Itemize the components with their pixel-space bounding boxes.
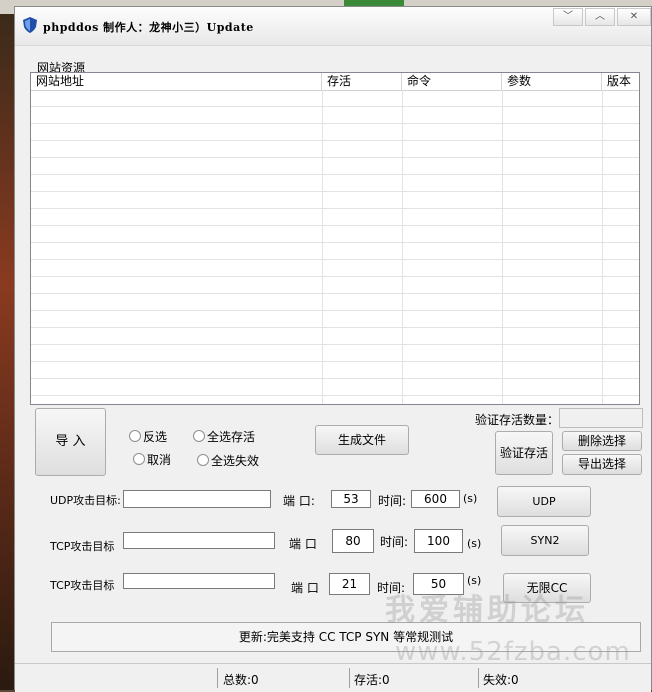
site-list[interactable]: 网站地址 存活 命令 参数 版本 xyxy=(30,72,640,405)
table-row[interactable] xyxy=(31,328,639,345)
status-separator xyxy=(217,668,218,688)
table-row[interactable] xyxy=(31,124,639,141)
window-title: phpddos 制作人：龙神小三）Update xyxy=(43,21,254,34)
table-row[interactable] xyxy=(31,311,639,328)
minimize-button[interactable]: ﹀ xyxy=(553,8,583,26)
radio-icon xyxy=(197,454,209,466)
column-command[interactable]: 命令 xyxy=(402,73,502,90)
generate-file-button[interactable]: 生成文件 xyxy=(315,425,409,455)
status-failed: 失效:0 xyxy=(483,673,519,687)
app-window: phpddos 制作人：龙神小三）Update ﹀ ︿ ✕ 网站资源 网站地址 … xyxy=(14,6,652,692)
tcp1-time-input[interactable]: 100 xyxy=(414,529,463,553)
close-icon: ✕ xyxy=(629,11,639,22)
udp-target-label: UDP攻击目标: xyxy=(50,494,121,507)
verify-alive-button[interactable]: 验证存活 xyxy=(495,431,553,475)
tcp1-time-label: 时间: xyxy=(380,535,409,549)
maximize-icon: ︿ xyxy=(595,11,605,22)
tcp2-target-input[interactable] xyxy=(123,573,275,589)
tcp1-port-input[interactable]: 80 xyxy=(332,529,374,553)
udp-time-input[interactable]: 600 xyxy=(411,490,460,508)
export-selected-button[interactable]: 导出选择 xyxy=(562,454,642,475)
udp-port-input[interactable]: 53 xyxy=(331,490,371,508)
status-bar: 总数:0 存活:0 失效:0 xyxy=(15,663,651,692)
title-bar[interactable]: phpddos 制作人：龙神小三）Update ﹀ ︿ ✕ xyxy=(15,7,651,46)
table-row[interactable] xyxy=(31,362,639,379)
table-row[interactable] xyxy=(31,141,639,158)
invert-select-radio[interactable]: 反选 xyxy=(129,430,167,444)
status-separator xyxy=(478,668,479,688)
table-row[interactable] xyxy=(31,277,639,294)
select-all-failed-label: 全选失效 xyxy=(211,454,260,468)
select-all-alive-radio[interactable]: 全选存活 xyxy=(193,430,255,444)
radio-icon xyxy=(193,430,205,442)
table-row[interactable] xyxy=(31,209,639,226)
tcp1-port-label: 端 口 xyxy=(289,537,317,551)
table-row[interactable] xyxy=(31,107,639,124)
tcp2-port-label: 端 口 xyxy=(291,581,319,595)
status-separator xyxy=(349,668,350,688)
invert-select-label: 反选 xyxy=(143,430,168,444)
maximize-button[interactable]: ︿ xyxy=(585,8,615,26)
column-url[interactable]: 网站地址 xyxy=(31,73,322,90)
radio-icon xyxy=(129,430,141,442)
radio-icon xyxy=(133,453,145,465)
table-row[interactable] xyxy=(31,226,639,243)
table-row[interactable] xyxy=(31,243,639,260)
table-row[interactable] xyxy=(31,90,639,107)
tcp2-port-input[interactable]: 21 xyxy=(329,573,370,595)
shield-icon xyxy=(23,17,37,33)
column-version[interactable]: 版本 xyxy=(602,73,639,90)
udp-time-label: 时间: xyxy=(378,494,407,508)
table-row[interactable] xyxy=(31,379,639,396)
minimize-icon: ﹀ xyxy=(563,11,573,22)
tcp1-target-input[interactable] xyxy=(123,532,275,549)
site-list-header: 网站地址 存活 命令 参数 版本 xyxy=(31,73,639,91)
column-alive[interactable]: 存活 xyxy=(322,73,402,90)
table-row[interactable] xyxy=(31,175,639,192)
udp-time-unit: (s) xyxy=(463,492,478,505)
status-total: 总数:0 xyxy=(223,673,259,687)
status-alive: 存活:0 xyxy=(354,673,390,687)
import-button[interactable]: 导 入 xyxy=(35,408,106,476)
tcp1-time-unit: (s) xyxy=(467,537,482,550)
table-row[interactable] xyxy=(31,294,639,311)
udp-target-input[interactable] xyxy=(123,490,271,508)
tcp2-target-label: TCP攻击目标 xyxy=(50,579,115,592)
watermark-text: 我爱辅助论坛 xyxy=(385,593,589,628)
udp-attack-button[interactable]: UDP xyxy=(497,486,591,517)
udp-port-label: 端 口: xyxy=(283,494,315,508)
cancel-label: 取消 xyxy=(147,453,172,467)
desktop-background-left xyxy=(0,14,14,690)
table-row[interactable] xyxy=(31,158,639,175)
table-row[interactable] xyxy=(31,345,639,362)
table-row[interactable] xyxy=(31,192,639,209)
verify-count-label: 验证存活数量： xyxy=(475,413,560,427)
delete-selected-button[interactable]: 删除选择 xyxy=(562,431,642,451)
select-all-failed-radio[interactable]: 全选失效 xyxy=(197,454,259,468)
close-button[interactable]: ✕ xyxy=(617,8,651,26)
select-all-alive-label: 全选存活 xyxy=(207,430,256,444)
table-row[interactable] xyxy=(31,260,639,277)
column-params[interactable]: 参数 xyxy=(502,73,602,90)
verify-count-field xyxy=(559,408,643,428)
cancel-radio[interactable]: 取消 xyxy=(133,453,171,467)
tcp1-target-label: TCP攻击目标 xyxy=(50,540,115,553)
syn2-attack-button[interactable]: SYN2 xyxy=(501,525,589,556)
